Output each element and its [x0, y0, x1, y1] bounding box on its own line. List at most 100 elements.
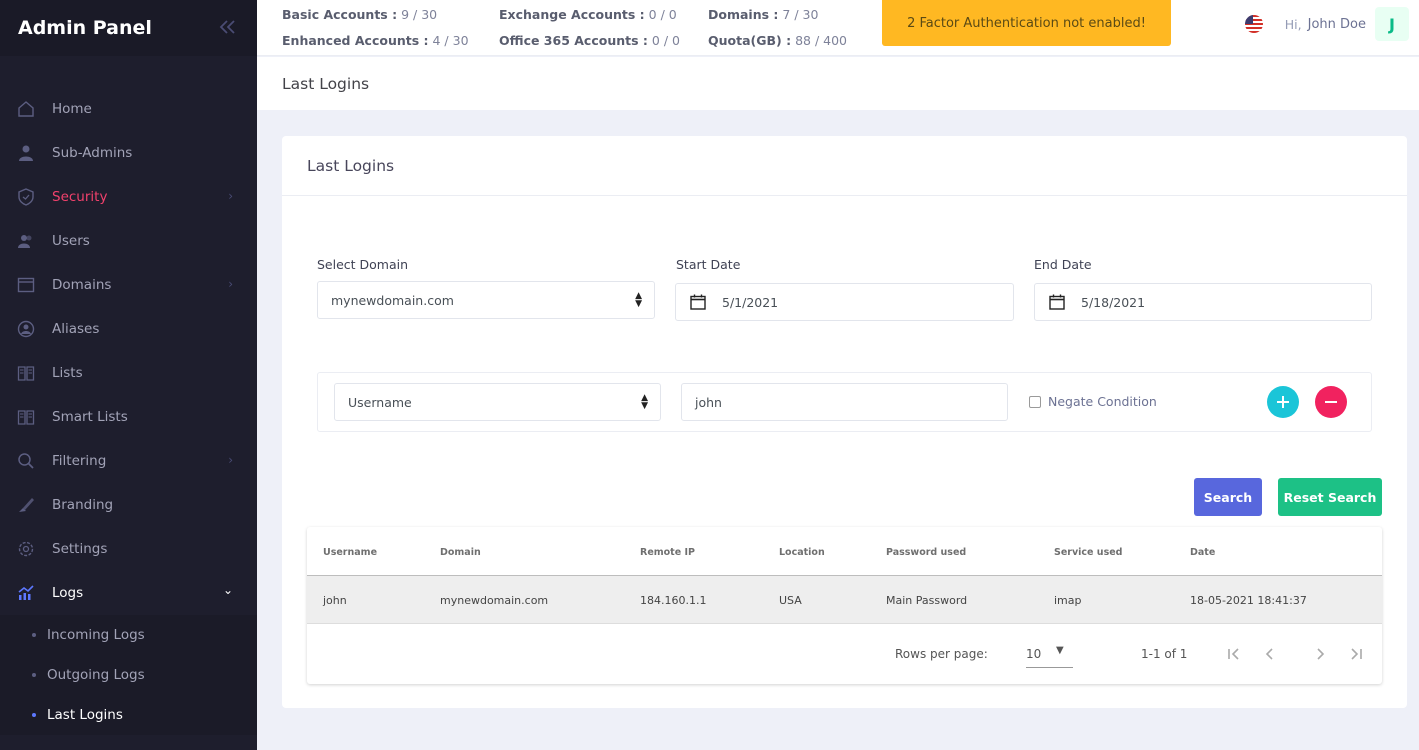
- search-button[interactable]: Search: [1194, 478, 1262, 516]
- sidebar-item-label: Lists: [52, 365, 83, 381]
- stat-value: 4 / 30: [432, 33, 469, 48]
- sidebar-item-label: Sub-Admins: [52, 145, 133, 161]
- condition-field-select[interactable]: Username ▲ ▼: [334, 383, 661, 421]
- next-page-icon[interactable]: [1311, 645, 1329, 663]
- rows-per-page-label: Rows per page:: [895, 647, 988, 661]
- window-icon: [17, 276, 35, 294]
- subheader: Last Logins: [257, 57, 1419, 110]
- start-date-value: 5/1/2021: [722, 294, 779, 310]
- stat-value: 88 / 400: [795, 33, 848, 48]
- sidebar-item-settings[interactable]: Settings: [0, 527, 257, 571]
- remove-condition-button[interactable]: [1315, 386, 1347, 418]
- condition-value-input[interactable]: john: [681, 383, 1008, 421]
- sidebar-item-security[interactable]: Security ›: [0, 175, 257, 219]
- sidebar-item-label: Logs: [52, 585, 84, 601]
- card-title: Last Logins: [307, 156, 395, 175]
- sidebar-subitem-label: Outgoing Logs: [47, 667, 145, 683]
- bullet-icon: [32, 713, 36, 717]
- column-header[interactable]: Remote IP: [640, 547, 695, 558]
- sidebar-item-aliases[interactable]: Aliases: [0, 307, 257, 351]
- last-page-icon[interactable]: [1347, 645, 1365, 663]
- column-header[interactable]: Username: [323, 547, 377, 558]
- rows-per-page-value[interactable]: 10: [1026, 647, 1041, 661]
- stat-basic-accounts: Basic Accounts : 9 / 30: [282, 7, 437, 22]
- end-date-input[interactable]: 5/18/2021: [1034, 283, 1372, 321]
- sidebar-item-home[interactable]: Home: [0, 87, 257, 131]
- column-header[interactable]: Service used: [1054, 547, 1122, 558]
- stat-value: 7 / 30: [782, 7, 819, 22]
- table-cell: mynewdomain.com: [440, 594, 549, 607]
- book-icon: [17, 408, 35, 426]
- sort-caret-icon: ▲ ▼: [635, 291, 642, 309]
- column-header[interactable]: Date: [1190, 547, 1215, 558]
- sidebar-item-users[interactable]: Users: [0, 219, 257, 263]
- column-header[interactable]: Location: [779, 547, 825, 558]
- column-header[interactable]: Domain: [440, 547, 481, 558]
- sidebar-item-sub-admins[interactable]: Sub-Admins: [0, 131, 257, 175]
- brand-bar: Admin Panel: [0, 0, 257, 56]
- negate-condition-checkbox[interactable]: [1029, 396, 1041, 408]
- stat-value: 9 / 30: [401, 7, 438, 22]
- condition-field-value: Username: [348, 394, 412, 410]
- add-condition-button[interactable]: [1267, 386, 1299, 418]
- first-page-icon[interactable]: [1225, 645, 1243, 663]
- table-cell: imap: [1054, 594, 1082, 607]
- two-factor-alert[interactable]: 2 Factor Authentication not enabled!: [882, 0, 1171, 46]
- domain-select[interactable]: mynewdomain.com ▲ ▼: [317, 281, 655, 319]
- sidebar-item-domains[interactable]: Domains ›: [0, 263, 257, 307]
- collapse-sidebar-icon[interactable]: [217, 16, 239, 41]
- table-cell: john: [323, 594, 347, 607]
- sidebar-item-label: Home: [52, 101, 92, 117]
- greeting-text: Hi,: [1284, 16, 1302, 32]
- sidebar-item-smart-lists[interactable]: Smart Lists: [0, 395, 257, 439]
- logins-table: Username Domain Remote IP Location Passw…: [307, 527, 1382, 684]
- sidebar-item-label: Smart Lists: [52, 409, 128, 425]
- condition-value-text: john: [695, 394, 722, 410]
- sidebar-item-branding[interactable]: Branding: [0, 483, 257, 527]
- sidebar-item-label: Filtering: [52, 453, 107, 469]
- stat-value: 0 / 0: [651, 33, 680, 48]
- sidebar-item-filtering[interactable]: Filtering ›: [0, 439, 257, 483]
- user-menu[interactable]: Hi, John Doe J: [1244, 6, 1409, 42]
- sidebar-item-label: Users: [52, 233, 90, 249]
- reset-search-button[interactable]: Reset Search: [1278, 478, 1382, 516]
- avatar[interactable]: J: [1375, 7, 1409, 41]
- start-date-label: Start Date: [676, 257, 741, 272]
- rows-per-page-underline: [1026, 667, 1073, 668]
- table-cell: USA: [779, 594, 802, 607]
- condition-row: Username ▲ ▼ john Negate Condition: [317, 372, 1372, 432]
- top-header: Basic Accounts : 9 / 30 Enhanced Account…: [257, 0, 1419, 56]
- user-icon: [17, 144, 35, 162]
- us-flag-icon[interactable]: [1244, 15, 1263, 33]
- sidebar-item-label: Domains: [52, 277, 112, 293]
- stat-office365-accounts: Office 365 Accounts : 0 / 0: [499, 33, 680, 48]
- stat-quota: Quota(GB) : 88 / 400: [708, 33, 847, 48]
- sidebar-item-logs[interactable]: Logs ⌄: [0, 571, 257, 615]
- pagination-range: 1-1 of 1: [1141, 647, 1188, 661]
- start-date-input[interactable]: 5/1/2021: [675, 283, 1014, 321]
- column-header[interactable]: Password used: [886, 547, 966, 558]
- sidebar-item-lists[interactable]: Lists: [0, 351, 257, 395]
- gear-icon: [17, 540, 35, 558]
- end-date-label: End Date: [1034, 257, 1092, 272]
- last-logins-card: Last Logins Select Domain mynewdomain.co…: [282, 136, 1407, 708]
- dropdown-caret-icon[interactable]: ▼: [1056, 645, 1064, 656]
- select-domain-label: Select Domain: [317, 257, 409, 272]
- sidebar-subitem-last-logins[interactable]: Last Logins: [0, 695, 257, 735]
- sidebar-subitem-incoming-logs[interactable]: Incoming Logs: [0, 615, 257, 655]
- users-icon: [17, 232, 35, 250]
- end-date-value: 5/18/2021: [1081, 294, 1146, 310]
- sidebar-item-label: Aliases: [52, 321, 100, 337]
- negate-condition-label: Negate Condition: [1048, 394, 1157, 409]
- stat-label: Enhanced Accounts :: [282, 33, 429, 48]
- previous-page-icon[interactable]: [1261, 645, 1279, 663]
- sidebar-subitem-label: Incoming Logs: [47, 627, 145, 643]
- sidebar-item-label: Security: [52, 189, 108, 205]
- stat-exchange-accounts: Exchange Accounts : 0 / 0: [499, 7, 677, 22]
- stat-value: 0 / 0: [648, 7, 677, 22]
- sort-caret-icon: ▲ ▼: [641, 393, 648, 411]
- sidebar: Admin Panel Home Sub-Admins Security › U…: [0, 0, 257, 750]
- stat-enhanced-accounts: Enhanced Accounts : 4 / 30: [282, 33, 469, 48]
- table-cell: Main Password: [886, 594, 968, 607]
- sidebar-subitem-outgoing-logs[interactable]: Outgoing Logs: [0, 655, 257, 695]
